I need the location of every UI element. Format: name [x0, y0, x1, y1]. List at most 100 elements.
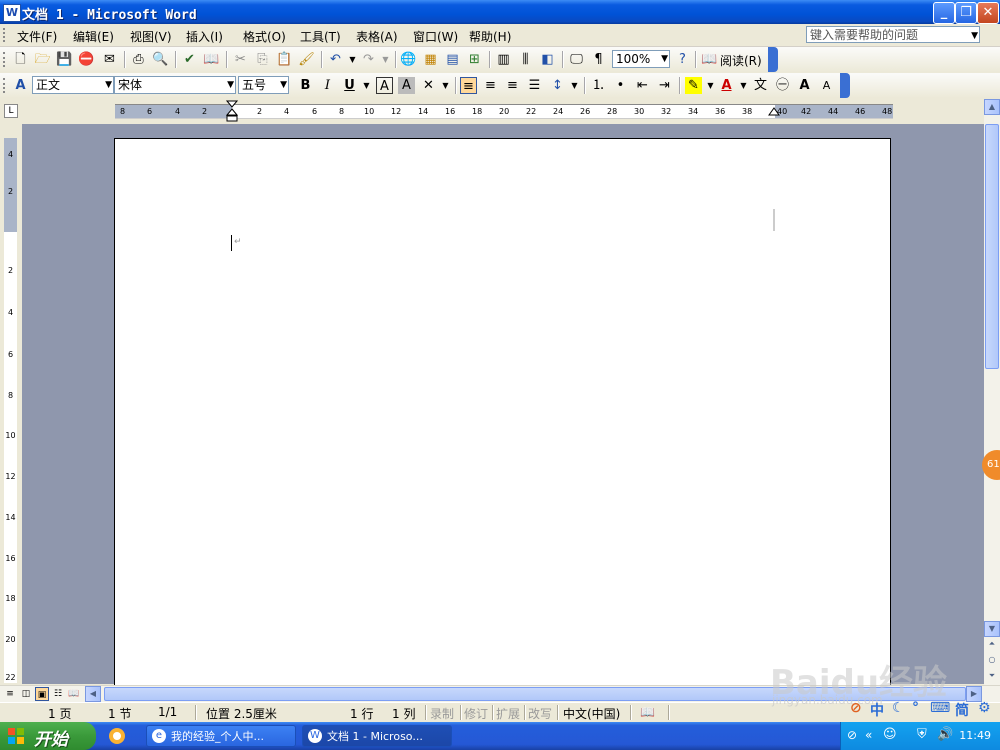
- scroll-down-button[interactable]: ▼: [984, 621, 1000, 637]
- redo-icon[interactable]: ↷: [360, 51, 377, 68]
- style-select[interactable]: 正文 ▼: [32, 76, 114, 94]
- menu-format[interactable]: 格式(O): [243, 28, 286, 45]
- tray-volume-icon[interactable]: 🔊: [937, 727, 953, 742]
- highlight-icon[interactable]: ✎: [685, 77, 702, 94]
- zoom-select[interactable]: 100% ▼: [612, 50, 670, 68]
- document-canvas[interactable]: ↵: [22, 124, 984, 698]
- ime-moon-icon[interactable]: ☾: [892, 700, 905, 716]
- font-select[interactable]: 宋体 ▼: [114, 76, 236, 94]
- permission-icon[interactable]: ⛔: [78, 51, 95, 68]
- research-icon[interactable]: 📖: [203, 51, 220, 68]
- undo-icon[interactable]: ↶: [327, 51, 344, 68]
- menu-insert[interactable]: 插入(I): [186, 28, 223, 45]
- read-mode-button[interactable]: 阅读(R): [720, 52, 762, 69]
- copy-icon[interactable]: ⎘: [254, 51, 271, 68]
- justify-button[interactable]: ☰: [526, 77, 543, 94]
- minimize-button[interactable]: _: [933, 2, 955, 24]
- print-preview-icon[interactable]: 🔍: [152, 51, 169, 68]
- phonetic-guide-icon[interactable]: 文: [752, 77, 769, 94]
- paste-icon[interactable]: 📋: [276, 51, 293, 68]
- hyperlink-icon[interactable]: 🌐: [400, 51, 417, 68]
- font-size-select[interactable]: 五号 ▼: [238, 76, 289, 94]
- help-search-input[interactable]: 键入需要帮助的问题 ▼: [806, 26, 980, 43]
- character-scaling-icon[interactable]: ✕: [420, 77, 437, 94]
- toolbar-grip[interactable]: [3, 52, 8, 67]
- task-word-document[interactable]: W 文档 1 - Microso...: [302, 725, 452, 747]
- outline-view-icon[interactable]: ☷: [51, 687, 65, 701]
- next-page-button[interactable]: ⏷: [984, 669, 1000, 685]
- help-dropdown-icon[interactable]: ▼: [971, 28, 978, 45]
- paragraph-mark-icon[interactable]: ¶: [590, 51, 607, 68]
- status-overtype[interactable]: 改写: [528, 705, 552, 722]
- align-right-button[interactable]: ≡: [504, 77, 521, 94]
- help-icon[interactable]: ?: [674, 51, 691, 68]
- align-left-button[interactable]: ≡: [460, 77, 477, 94]
- document-map-icon[interactable]: ◧: [539, 51, 556, 68]
- shrink-font-icon[interactable]: A: [818, 77, 835, 94]
- ime-simplified-mode[interactable]: 简: [955, 700, 969, 720]
- scroll-left-button[interactable]: ◀: [85, 686, 101, 702]
- undo-dropdown-icon[interactable]: ▼: [344, 51, 361, 68]
- close-button[interactable]: ✕: [977, 2, 999, 24]
- highlight-dropdown-icon[interactable]: ▼: [702, 77, 719, 94]
- show-hide-icon[interactable]: 🖵: [568, 51, 585, 68]
- tray-qq-icon[interactable]: ☺: [883, 727, 897, 742]
- tab-selector-button[interactable]: L: [4, 104, 18, 118]
- menu-tools[interactable]: 工具(T): [300, 28, 341, 45]
- line-spacing-icon[interactable]: ↕: [549, 77, 566, 94]
- normal-view-icon[interactable]: ≡: [3, 687, 17, 701]
- line-spacing-dropdown-icon[interactable]: ▼: [566, 77, 583, 94]
- italic-button[interactable]: I: [319, 77, 336, 94]
- start-button[interactable]: 开始: [0, 722, 96, 750]
- drawing-icon[interactable]: ⫼: [517, 51, 534, 68]
- ime-logo-icon[interactable]: ⊘: [850, 700, 862, 716]
- increase-indent-icon[interactable]: ⇥: [656, 77, 673, 94]
- open-folder-icon[interactable]: 🗁: [34, 51, 51, 68]
- menu-view[interactable]: 视图(V): [130, 28, 172, 45]
- status-extend[interactable]: 扩展: [496, 705, 520, 722]
- bullets-icon[interactable]: •: [612, 77, 629, 94]
- ime-chinese-mode[interactable]: 中: [870, 700, 884, 720]
- save-icon[interactable]: 💾: [56, 51, 73, 68]
- style-dropdown-icon[interactable]: ▼: [105, 77, 112, 93]
- vertical-scroll-thumb[interactable]: [985, 124, 999, 369]
- font-dropdown-icon[interactable]: ▼: [227, 77, 234, 93]
- ime-settings-icon[interactable]: ⚙: [978, 700, 991, 716]
- ime-keyboard-icon[interactable]: ⌨: [930, 700, 950, 716]
- menubar-grip[interactable]: [3, 28, 8, 42]
- menu-help[interactable]: 帮助(H): [469, 28, 511, 45]
- tray-app-icon[interactable]: ⊘: [847, 728, 857, 742]
- tray-expand-icon[interactable]: «: [865, 728, 872, 742]
- menu-edit[interactable]: 编辑(E): [73, 28, 114, 45]
- document-page[interactable]: ↵: [114, 138, 891, 698]
- bold-button[interactable]: B: [297, 77, 314, 94]
- scaling-dropdown-icon[interactable]: ▼: [437, 77, 454, 94]
- character-border-icon[interactable]: A: [376, 77, 393, 94]
- zoom-dropdown-icon[interactable]: ▼: [661, 51, 668, 67]
- format-painter-icon[interactable]: 🖌: [298, 51, 315, 68]
- ime-punctuation-icon[interactable]: °: [912, 700, 919, 716]
- tables-borders-icon[interactable]: ▦: [422, 51, 439, 68]
- grow-font-icon[interactable]: A: [796, 77, 813, 94]
- select-browse-object-button[interactable]: ○: [984, 653, 1000, 669]
- read-mode-icon[interactable]: 📖: [701, 51, 718, 68]
- insert-table-icon[interactable]: ▤: [444, 51, 461, 68]
- numbering-icon[interactable]: ⒈: [590, 77, 607, 94]
- font-color-dropdown-icon[interactable]: ▼: [735, 77, 752, 94]
- task-browser[interactable]: e 我的经验_个人中...: [146, 725, 296, 747]
- underline-button[interactable]: U: [341, 77, 358, 94]
- character-shading-icon[interactable]: A: [398, 77, 415, 94]
- spelling-icon[interactable]: ✔: [181, 51, 198, 68]
- quicklaunch-icon[interactable]: [108, 727, 126, 745]
- font-color-icon[interactable]: A: [718, 77, 735, 94]
- menu-window[interactable]: 窗口(W): [413, 28, 458, 45]
- insert-excel-icon[interactable]: ⊞: [466, 51, 483, 68]
- clock[interactable]: 11:49: [959, 729, 991, 742]
- web-view-icon[interactable]: ◫: [19, 687, 33, 701]
- title-bar[interactable]: W 文档 1 - Microsoft Word _ ❐ ✕: [0, 0, 1000, 24]
- word-app-icon[interactable]: W: [3, 4, 21, 22]
- vertical-ruler[interactable]: 4 2 2 4 6 8 10 12 14 16 18 20 22: [4, 138, 17, 683]
- redo-dropdown-icon[interactable]: ▼: [377, 51, 394, 68]
- new-document-icon[interactable]: 🗋: [12, 51, 29, 68]
- vertical-scrollbar[interactable]: ▲ ▼ ⏶ ○ ⏷: [984, 99, 1000, 685]
